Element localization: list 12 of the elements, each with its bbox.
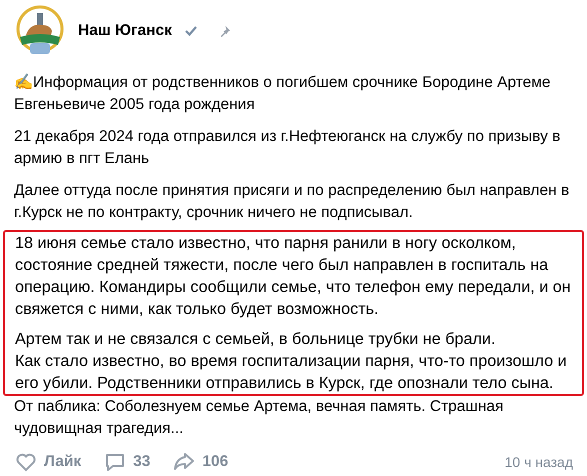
community-avatar[interactable] — [14, 5, 66, 57]
post-paragraph: 18 июня семье стало известно, что парня ранили в ногу осколком, состояние средней тяжести, после чего был направлен в госпиталь на операцию. Командиры сообщили семье, что телефон ему передали, и он свяжется с ними, как только будет возможность. — [15, 233, 572, 320]
post-paragraph: От паблика: Соболезнуем семье Артема, вечная память. Страшная чудовищная трагедия... — [14, 397, 504, 439]
post-paragraph: ✍Информация от родственников о погибшем срочнике Бородине Артеме Евгеньевиче 2005 года рождения — [14, 72, 552, 115]
comment-button[interactable]: 33 — [103, 450, 150, 474]
community-name[interactable]: Наш Юганск — [78, 22, 172, 40]
post-paragraph: 21 декабря 2024 года отправился из г.Нефтеюганск на службу по призыву в армию в пгт Елань — [14, 127, 562, 169]
post-paragraph: Далее оттуда после принятия присяги и по распределению был направлен в г.Курск не по контракту, срочник ничего не подписывал. — [14, 181, 570, 223]
post-paragraph: Артем так и не связался с семьей, в больнице трубки не брали. Как стало известно, во время госпитализации парня, что-то произошло и его убили. Родственники отправились в Курск, где опознали тело сына. — [15, 329, 568, 394]
share-button[interactable]: 106 — [172, 450, 228, 474]
like-button[interactable]: Лайк — [14, 450, 82, 474]
post-time: 10 ч назад — [504, 454, 573, 470]
